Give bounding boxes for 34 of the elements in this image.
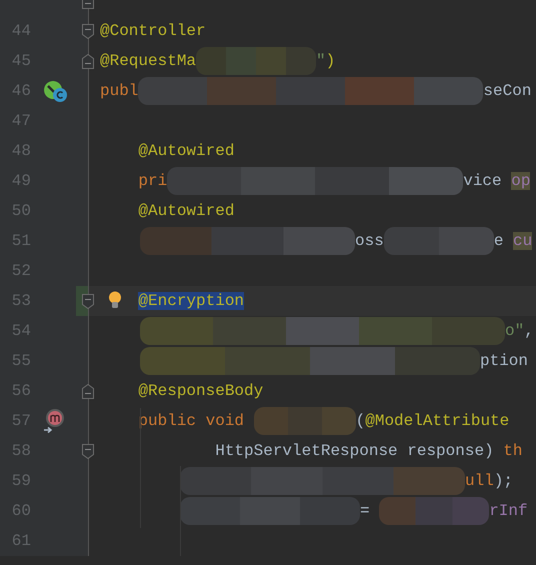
code-token: cu (513, 232, 532, 250)
code-token: e (494, 232, 504, 250)
code-token: @ResponseBody (138, 382, 264, 400)
lightbulb-icon (108, 291, 122, 309)
code-token: seCon (483, 82, 532, 100)
code-token: @RequestMa (100, 52, 196, 70)
fold-icon[interactable] (82, 444, 94, 459)
code-token: pri (138, 172, 168, 190)
fold-icon[interactable] (82, 294, 94, 309)
code-token: " (316, 52, 326, 70)
code-token: ull (465, 472, 494, 490)
code-token: @ModelAttribute (365, 412, 510, 430)
code-token: th (503, 442, 522, 460)
fold-icon[interactable] (82, 384, 94, 399)
fold-icon[interactable] (82, 54, 94, 69)
code-token: @Controller (100, 22, 206, 40)
code-token: ( (356, 412, 366, 430)
class-icon (44, 80, 68, 102)
code-token: ); (494, 472, 514, 490)
code-token: @Autowired (138, 202, 234, 220)
code-token: op (511, 172, 530, 190)
code-token: publ (100, 82, 138, 100)
code-token: oss (355, 232, 384, 250)
code-token: , (524, 322, 534, 340)
code-token: o" (505, 322, 524, 340)
code-token: = (360, 502, 371, 520)
selected-text: @Encryption (138, 292, 244, 310)
code-token: ption (480, 352, 528, 370)
code-token: rInf (489, 502, 528, 520)
fold-icon[interactable] (82, 24, 94, 39)
code-token: @Autowired (138, 142, 234, 160)
code-token: ) (326, 52, 336, 70)
code-token: vice (463, 172, 503, 190)
code-token: HttpServletResponse response) (215, 442, 495, 460)
